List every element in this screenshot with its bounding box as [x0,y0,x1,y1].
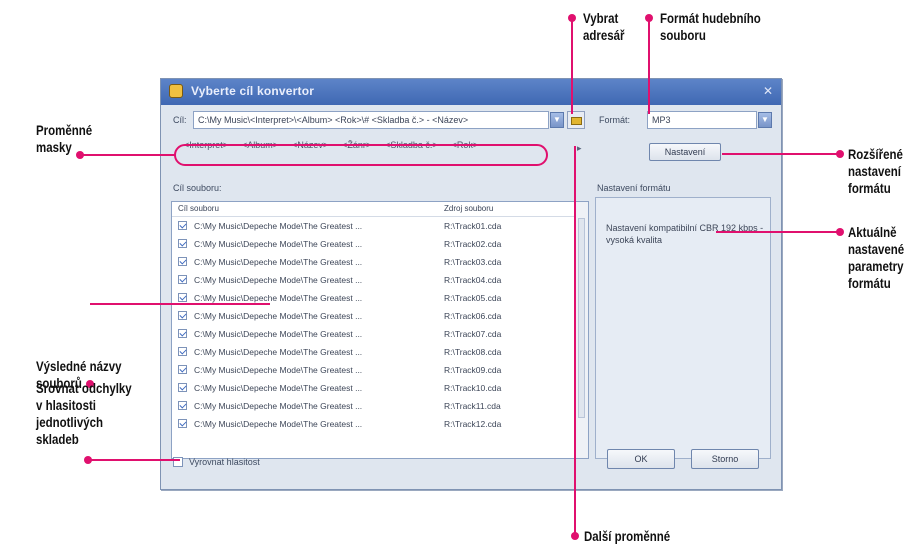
callout-line-result [90,303,270,305]
title-bar[interactable]: Vyberte cíl konvertor ✕ [161,79,781,105]
select-directory-button[interactable] [567,111,585,129]
format-dropdown-button[interactable]: ▼ [758,112,772,128]
format-settings-label: Nastavení formátu [597,183,671,193]
col-target-header[interactable]: Cíl souboru [178,204,219,213]
row-checkbox[interactable] [178,239,187,248]
files-group-label: Cíl souboru: [173,183,222,193]
list-scrollbar[interactable] [575,202,588,458]
folder-icon [571,117,582,125]
row-target-path: C:\My Music\Depeche Mode\The Greatest ..… [194,347,363,357]
row-target-path: C:\My Music\Depeche Mode\The Greatest ..… [194,383,363,393]
callout-dot-current [836,228,844,236]
target-path-field[interactable]: C:\My Music\<Interpret>\<Album> <Rok>\# … [193,111,549,129]
annotation-advanced-format: Rozšířené nastavení formátu [848,146,903,196]
row-source: R:\Track11.cda [444,401,501,411]
cancel-button[interactable]: Storno [691,449,759,469]
target-dropdown-button[interactable]: ▼ [550,112,564,128]
close-icon[interactable]: ✕ [761,84,775,98]
annotation-normalize: Srovnat odchylky v hlasitosti jednotlivý… [36,380,132,447]
callout-line-format [648,18,650,114]
row-source: R:\Track03.cda [444,257,502,267]
table-row[interactable]: C:\My Music\Depeche Mode\The Greatest ..… [172,362,576,378]
row-target-path: C:\My Music\Depeche Mode\The Greatest ..… [194,365,363,375]
row-source: R:\Track05.cda [444,293,502,303]
annotation-current-params: Aktuálně nastavené parametry formátu [848,224,905,291]
row-checkbox[interactable] [178,257,187,266]
files-list[interactable]: Cíl souboru Zdroj souboru C:\My Music\De… [171,201,589,459]
row-target-path: C:\My Music\Depeche Mode\The Greatest ..… [194,239,363,249]
row-checkbox[interactable] [178,419,187,428]
callout-line-advanced [722,153,840,155]
row-target-path: C:\My Music\Depeche Mode\The Greatest ..… [194,329,363,339]
dialog-title: Vyberte cíl konvertor [191,84,315,98]
mask-highlight-ellipse [174,144,548,166]
ok-button[interactable]: OK [607,449,675,469]
table-row[interactable]: C:\My Music\Depeche Mode\The Greatest ..… [172,236,576,252]
row-target-path: C:\My Music\Depeche Mode\The Greatest ..… [194,221,363,231]
more-variables-arrow-icon[interactable]: ▸ [577,143,582,154]
table-row[interactable]: C:\My Music\Depeche Mode\The Greatest ..… [172,398,576,414]
row-checkbox[interactable] [178,347,187,356]
row-checkbox[interactable] [178,311,187,320]
list-header: Cíl souboru Zdroj souboru [172,202,588,217]
table-row[interactable]: C:\My Music\Depeche Mode\The Greatest ..… [172,254,576,270]
row-source: R:\Track12.cda [444,419,502,429]
table-row[interactable]: C:\My Music\Depeche Mode\The Greatest ..… [172,326,576,342]
table-row[interactable]: C:\My Music\Depeche Mode\The Greatest ..… [172,416,576,432]
row-checkbox[interactable] [178,383,187,392]
callout-line-more-vars [574,146,576,534]
callout-dot-more-vars [571,532,579,540]
table-row[interactable]: C:\My Music\Depeche Mode\The Greatest ..… [172,218,576,234]
format-select[interactable]: MP3 [647,111,757,129]
target-label: Cíl: [173,115,187,125]
row-target-path: C:\My Music\Depeche Mode\The Greatest ..… [194,257,363,267]
row-checkbox[interactable] [178,221,187,230]
table-row[interactable]: C:\My Music\Depeche Mode\The Greatest ..… [172,380,576,396]
callout-line-normalize [88,459,180,461]
row-checkbox[interactable] [178,293,187,302]
row-source: R:\Track07.cda [444,329,502,339]
callout-line-mask [80,154,176,156]
row-checkbox[interactable] [178,401,187,410]
row-source: R:\Track10.cda [444,383,502,393]
row-source: R:\Track01.cda [444,221,502,231]
normalize-label: Vyrovnat hlasitost [189,457,260,467]
annotation-select-dir: Vybrat adresář [583,10,625,43]
table-row[interactable]: C:\My Music\Depeche Mode\The Greatest ..… [172,272,576,288]
row-target-path: C:\My Music\Depeche Mode\The Greatest ..… [194,419,363,429]
row-source: R:\Track02.cda [444,239,502,249]
row-target-path: C:\My Music\Depeche Mode\The Greatest ..… [194,275,363,285]
scrollbar-thumb[interactable] [578,218,585,418]
col-source-header[interactable]: Zdroj souboru [444,204,493,213]
row-source: R:\Track08.cda [444,347,502,357]
row-checkbox[interactable] [178,365,187,374]
row-target-path: C:\My Music\Depeche Mode\The Greatest ..… [194,311,363,321]
callout-line-current [716,231,840,233]
row-target-path: C:\My Music\Depeche Mode\The Greatest ..… [194,293,363,303]
format-settings-text: Nastavení kompatibilní CBR 192 kbps - vy… [606,223,764,245]
row-source: R:\Track09.cda [444,365,502,375]
table-row[interactable]: C:\My Music\Depeche Mode\The Greatest ..… [172,308,576,324]
annotation-more-vars: Další proměnné [584,528,671,544]
row-checkbox[interactable] [178,329,187,338]
app-icon [169,84,183,98]
format-label: Formát: [599,115,631,125]
settings-button[interactable]: Nastavení [649,143,721,161]
annotation-music-format: Formát hudebního souboru [660,10,761,43]
converter-dialog: Vyberte cíl konvertor ✕ Cíl: C:\My Music… [160,78,782,490]
callout-dot-advanced [836,150,844,158]
callout-line-select-dir [571,18,573,114]
row-source: R:\Track04.cda [444,275,502,285]
row-source: R:\Track06.cda [444,311,502,321]
table-row[interactable]: C:\My Music\Depeche Mode\The Greatest ..… [172,344,576,360]
row-checkbox[interactable] [178,275,187,284]
format-settings-panel: Nastavení kompatibilní CBR 192 kbps - vy… [595,197,771,459]
row-target-path: C:\My Music\Depeche Mode\The Greatest ..… [194,401,363,411]
